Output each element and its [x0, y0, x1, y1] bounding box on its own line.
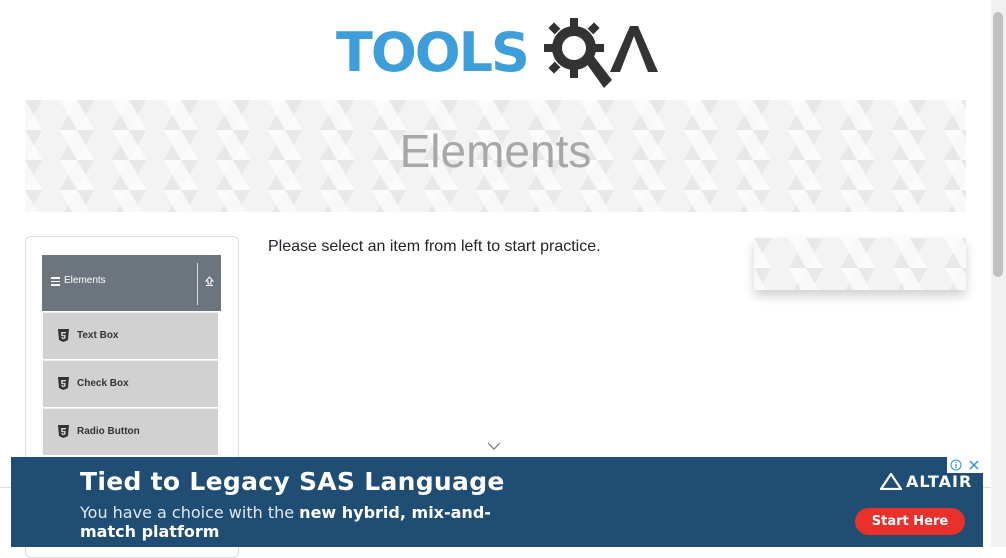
- html5-icon: [58, 329, 69, 342]
- ad-info-icon[interactable]: [947, 457, 965, 473]
- logo-word: TOOLS: [336, 21, 530, 84]
- sidebar-item-label: Check Box: [77, 378, 129, 389]
- collapse-icon[interactable]: [200, 274, 218, 292]
- sidebar-item-radio-button[interactable]: Radio Button: [43, 408, 218, 455]
- chevron-down-icon[interactable]: [487, 441, 501, 451]
- group-header-divider: [197, 263, 198, 305]
- ad-body: You have a choice with the new hybrid, m…: [80, 503, 500, 541]
- page-banner: Elements: [25, 100, 966, 212]
- start-here-button[interactable]: Start Here: [855, 508, 965, 535]
- ad-body-text: You have a choice with the: [80, 503, 300, 522]
- side-banner-card: [754, 238, 966, 290]
- sidebar-item-label: Text Box: [77, 330, 119, 341]
- ad-banner[interactable]: Tied to Legacy SAS Language You have a c…: [11, 457, 983, 547]
- page-title: Elements: [399, 125, 592, 177]
- scrollbar-thumb[interactable]: [993, 12, 1003, 277]
- sidebar-item-check-box[interactable]: Check Box: [43, 360, 218, 407]
- menu-icon: [51, 277, 60, 286]
- page-scrollbar[interactable]: [991, 0, 1006, 547]
- group-header-elements[interactable]: Elements: [42, 255, 221, 311]
- logo-qa-mark: [544, 18, 658, 88]
- sidebar-item-label: Radio Button: [77, 426, 140, 437]
- html5-icon: [58, 377, 69, 390]
- altair-mark-icon: [880, 473, 902, 490]
- toolsqa-logo[interactable]: TOOLS: [336, 14, 658, 92]
- instruction-text: Please select an item from left to start…: [268, 238, 601, 255]
- group-label: Elements: [64, 275, 106, 286]
- sidebar-item-text-box[interactable]: Text Box: [43, 312, 218, 359]
- ad-headline: Tied to Legacy SAS Language: [80, 467, 505, 496]
- close-icon[interactable]: [965, 457, 983, 473]
- html5-icon: [58, 425, 69, 438]
- ad-brand: ALTAIR: [906, 472, 973, 491]
